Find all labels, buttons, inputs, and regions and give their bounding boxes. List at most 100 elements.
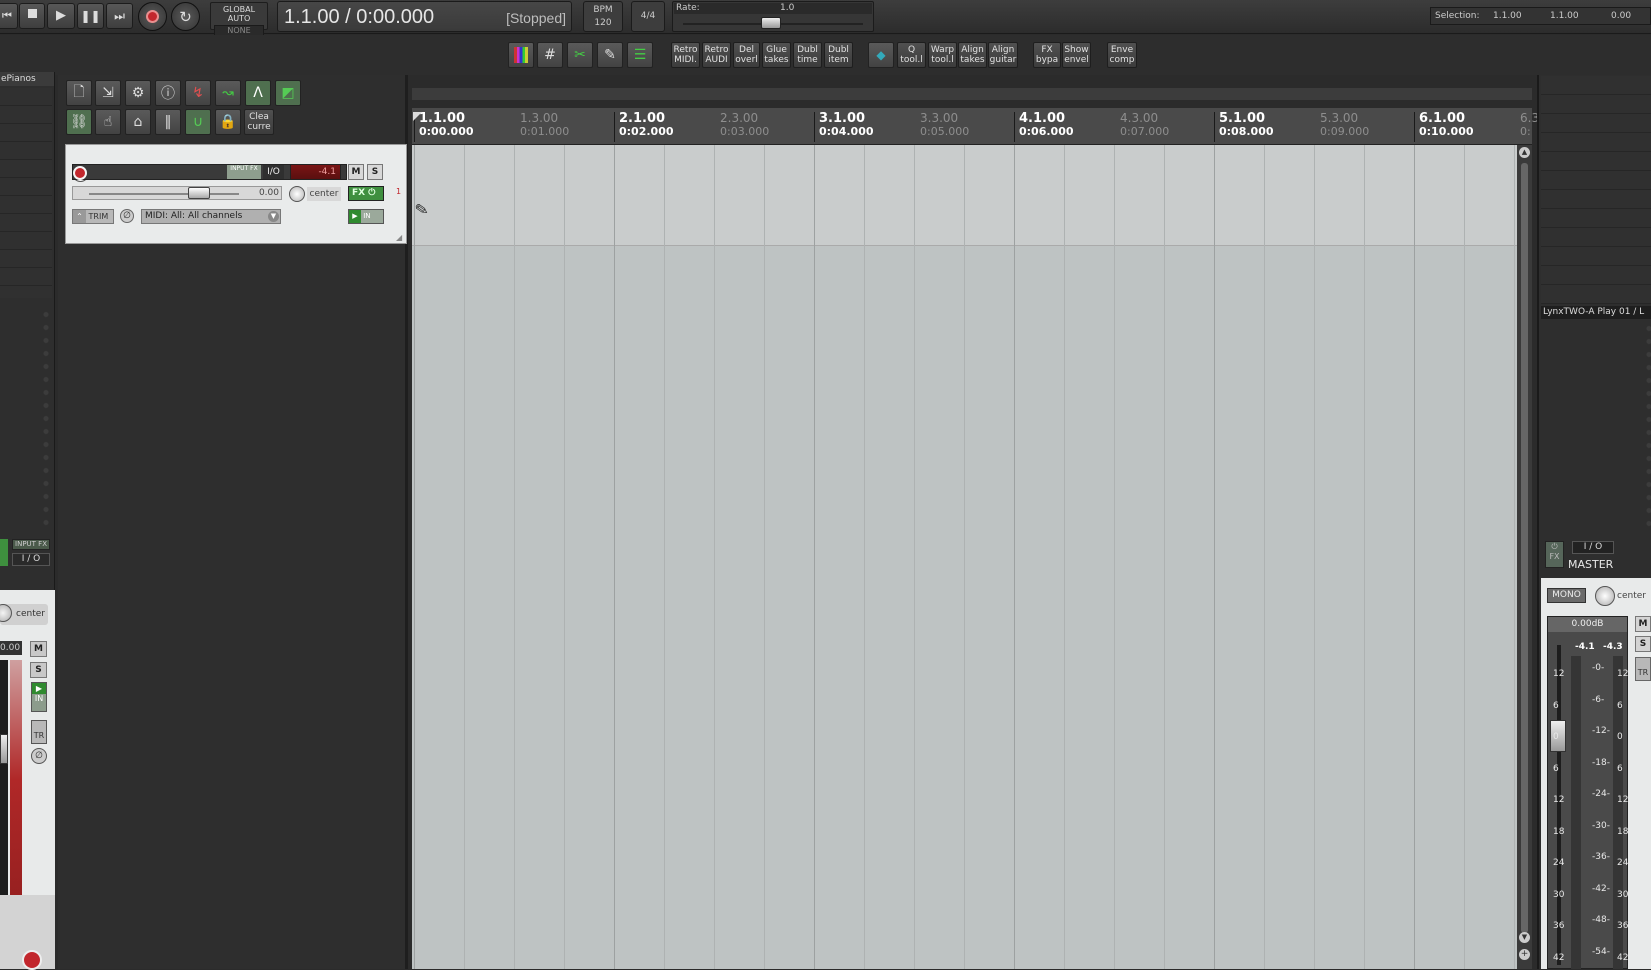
solo-button[interactable]: S: [367, 164, 383, 180]
toolbar-button-align-guitar[interactable]: Align guitar: [988, 42, 1018, 68]
draw-button[interactable]: ✎: [597, 42, 623, 68]
selection-end[interactable]: 1.1.00: [1550, 8, 1579, 24]
meter-scale-label: -42-: [1592, 883, 1610, 894]
mute-button[interactable]: M: [348, 164, 364, 180]
load-item-button[interactable]: ⇲: [95, 80, 121, 106]
selection-start[interactable]: 1.1.00: [1493, 8, 1522, 24]
stop-icon: [27, 9, 37, 18]
trim-button[interactable]: ⌃ TRIM: [72, 209, 114, 224]
left-strip-input-fx[interactable]: INPUT FX: [12, 539, 50, 550]
left-strip-tr[interactable]: TR: [31, 720, 47, 744]
master-pan-knob[interactable]: [1595, 586, 1615, 606]
selection-length[interactable]: 0.00: [1611, 8, 1631, 24]
color-tracks-button[interactable]: [508, 42, 534, 68]
time-display[interactable]: 1.1.00 / 0:00.000 [Stopped]: [277, 1, 572, 32]
forward-button[interactable]: ⏭: [106, 3, 133, 29]
toolbar-button-align-takes[interactable]: Align takes: [958, 42, 987, 68]
volume-slider[interactable]: 0.00: [72, 186, 282, 200]
pan-knob[interactable]: [289, 186, 305, 202]
left-dock-header[interactable]: ePianos: [0, 72, 54, 86]
left-strip-rec-arm[interactable]: [22, 950, 42, 970]
master-trim-button[interactable]: TR: [1635, 657, 1651, 681]
toolbar-button-glue-takes[interactable]: Glue takes: [762, 42, 791, 68]
record-button[interactable]: [138, 2, 167, 31]
zoom-in-icon[interactable]: +: [1519, 949, 1530, 960]
snap-button[interactable]: ∪: [185, 109, 211, 135]
rate-control[interactable]: Rate: 1.0: [672, 1, 874, 32]
new-item-button[interactable]: 🗋: [66, 80, 92, 106]
ruler-start-marker[interactable]: [413, 112, 422, 121]
left-strip-io[interactable]: I / O: [12, 553, 50, 566]
toolbar-button-q-tool[interactable]: Qtool.l: [897, 42, 926, 68]
fx-button[interactable]: FX ⏻: [348, 186, 384, 201]
record-arm-overlay[interactable]: [73, 166, 87, 180]
snap-grid-button[interactable]: ‖: [155, 109, 181, 135]
scroll-up-icon[interactable]: ▲: [1519, 147, 1530, 158]
toolbar-button-dubl-time[interactable]: Dubl time: [793, 42, 822, 68]
toolbar-button-retro-midi[interactable]: Retro MIDI.: [671, 42, 700, 68]
left-strip-in[interactable]: ▶ IN: [31, 682, 47, 712]
io-button[interactable]: I/O: [263, 165, 284, 179]
item-info-button[interactable]: ⓘ: [155, 80, 181, 106]
pause-button[interactable]: ❚❚: [77, 3, 104, 29]
toolbar-button-retro-audio[interactable]: Retro AUDI: [702, 42, 731, 68]
link-button[interactable]: ⛓: [66, 109, 92, 135]
midi-input-select[interactable]: MIDI: All: All channels ▼: [141, 209, 281, 224]
volume-slider-handle[interactable]: [188, 187, 210, 199]
grid-line: [614, 145, 615, 969]
toolbar-button-dubl-item[interactable]: Dubl item: [824, 42, 853, 68]
master-output-device[interactable]: LynxTWO-A Play 01 / L: [1541, 306, 1651, 319]
track-lane[interactable]: [412, 145, 1520, 246]
master-mute-button[interactable]: M: [1635, 616, 1651, 632]
master-mono-button[interactable]: MONO: [1547, 588, 1586, 603]
ripple-button[interactable]: ↝: [215, 80, 241, 106]
left-strip-solo[interactable]: S: [30, 662, 47, 678]
meter-scale-label: 6: [1553, 763, 1559, 774]
master-power-button[interactable]: ⏻ FX: [1545, 541, 1564, 568]
rewind-button[interactable]: ⏮: [0, 3, 18, 29]
metronome-button[interactable]: Λ: [245, 80, 271, 106]
scroll-thumb[interactable]: [1521, 163, 1528, 933]
resize-grip-icon[interactable]: ◢: [396, 233, 402, 242]
left-strip-mute[interactable]: M: [30, 641, 47, 657]
monitor-button[interactable]: ▶ IN: [348, 209, 384, 224]
time-signature[interactable]: 4/4: [631, 1, 665, 32]
phase-button[interactable]: ∅: [120, 209, 134, 223]
item-props-icon: ⚙: [131, 85, 145, 101]
clear-current-button[interactable]: Clea curre: [244, 109, 274, 135]
vertical-scrollbar[interactable]: ▲ ▼ +: [1517, 145, 1532, 969]
track-header[interactable]: INPUT FX I/O -4.1 M S 0.00 center FX ⏻ 1…: [65, 144, 407, 244]
toolbar-button-warp-tool[interactable]: Warp tool.l: [928, 42, 957, 68]
rate-slider-handle[interactable]: [761, 17, 781, 29]
pan-value[interactable]: center: [307, 187, 341, 201]
marker-button[interactable]: ◆: [868, 42, 894, 68]
global-auto[interactable]: GLOBAL AUTO NONE: [210, 2, 268, 36]
ripple-off-button[interactable]: ↯: [185, 80, 211, 106]
scroll-down-icon[interactable]: ▼: [1519, 932, 1530, 943]
envelope-button[interactable]: ⌂: [125, 109, 151, 135]
repeat-button[interactable]: ↻: [171, 2, 200, 31]
left-strip-phase[interactable]: ∅: [31, 748, 47, 764]
input-fx-button[interactable]: INPUT FX: [227, 165, 261, 179]
lock-button[interactable]: 🔒: [215, 109, 241, 135]
toolbar-button-show-envelope[interactable]: Show envel: [1062, 42, 1091, 68]
select-button[interactable]: ☝: [95, 109, 121, 135]
left-strip-fx-green[interactable]: [0, 539, 8, 566]
toolbar-button-fx-bypass[interactable]: FX bypa: [1033, 42, 1061, 68]
bpm-box[interactable]: BPM 120: [583, 1, 623, 32]
item-props-button[interactable]: ⚙: [125, 80, 151, 106]
toolbar-button-del-overlap[interactable]: Del overl: [733, 42, 760, 68]
arrange-view[interactable]: [412, 145, 1520, 969]
split-button[interactable]: ✂: [567, 42, 593, 68]
tracks-button[interactable]: ☰: [627, 42, 653, 68]
grid-button[interactable]: #: [537, 42, 563, 68]
master-pan-value[interactable]: center: [1617, 589, 1651, 603]
toolbar-button-envelope-comp[interactable]: Enve comp: [1107, 42, 1137, 68]
autocross-button[interactable]: ◩: [275, 80, 301, 106]
master-solo-button[interactable]: S: [1635, 636, 1651, 652]
play-button[interactable]: ▶: [47, 3, 75, 29]
master-io-button[interactable]: I / O: [1572, 541, 1614, 554]
stop-button[interactable]: [19, 3, 45, 29]
left-strip-fader-handle[interactable]: [0, 734, 8, 764]
meter-scale-label: -0-: [1592, 663, 1605, 673]
